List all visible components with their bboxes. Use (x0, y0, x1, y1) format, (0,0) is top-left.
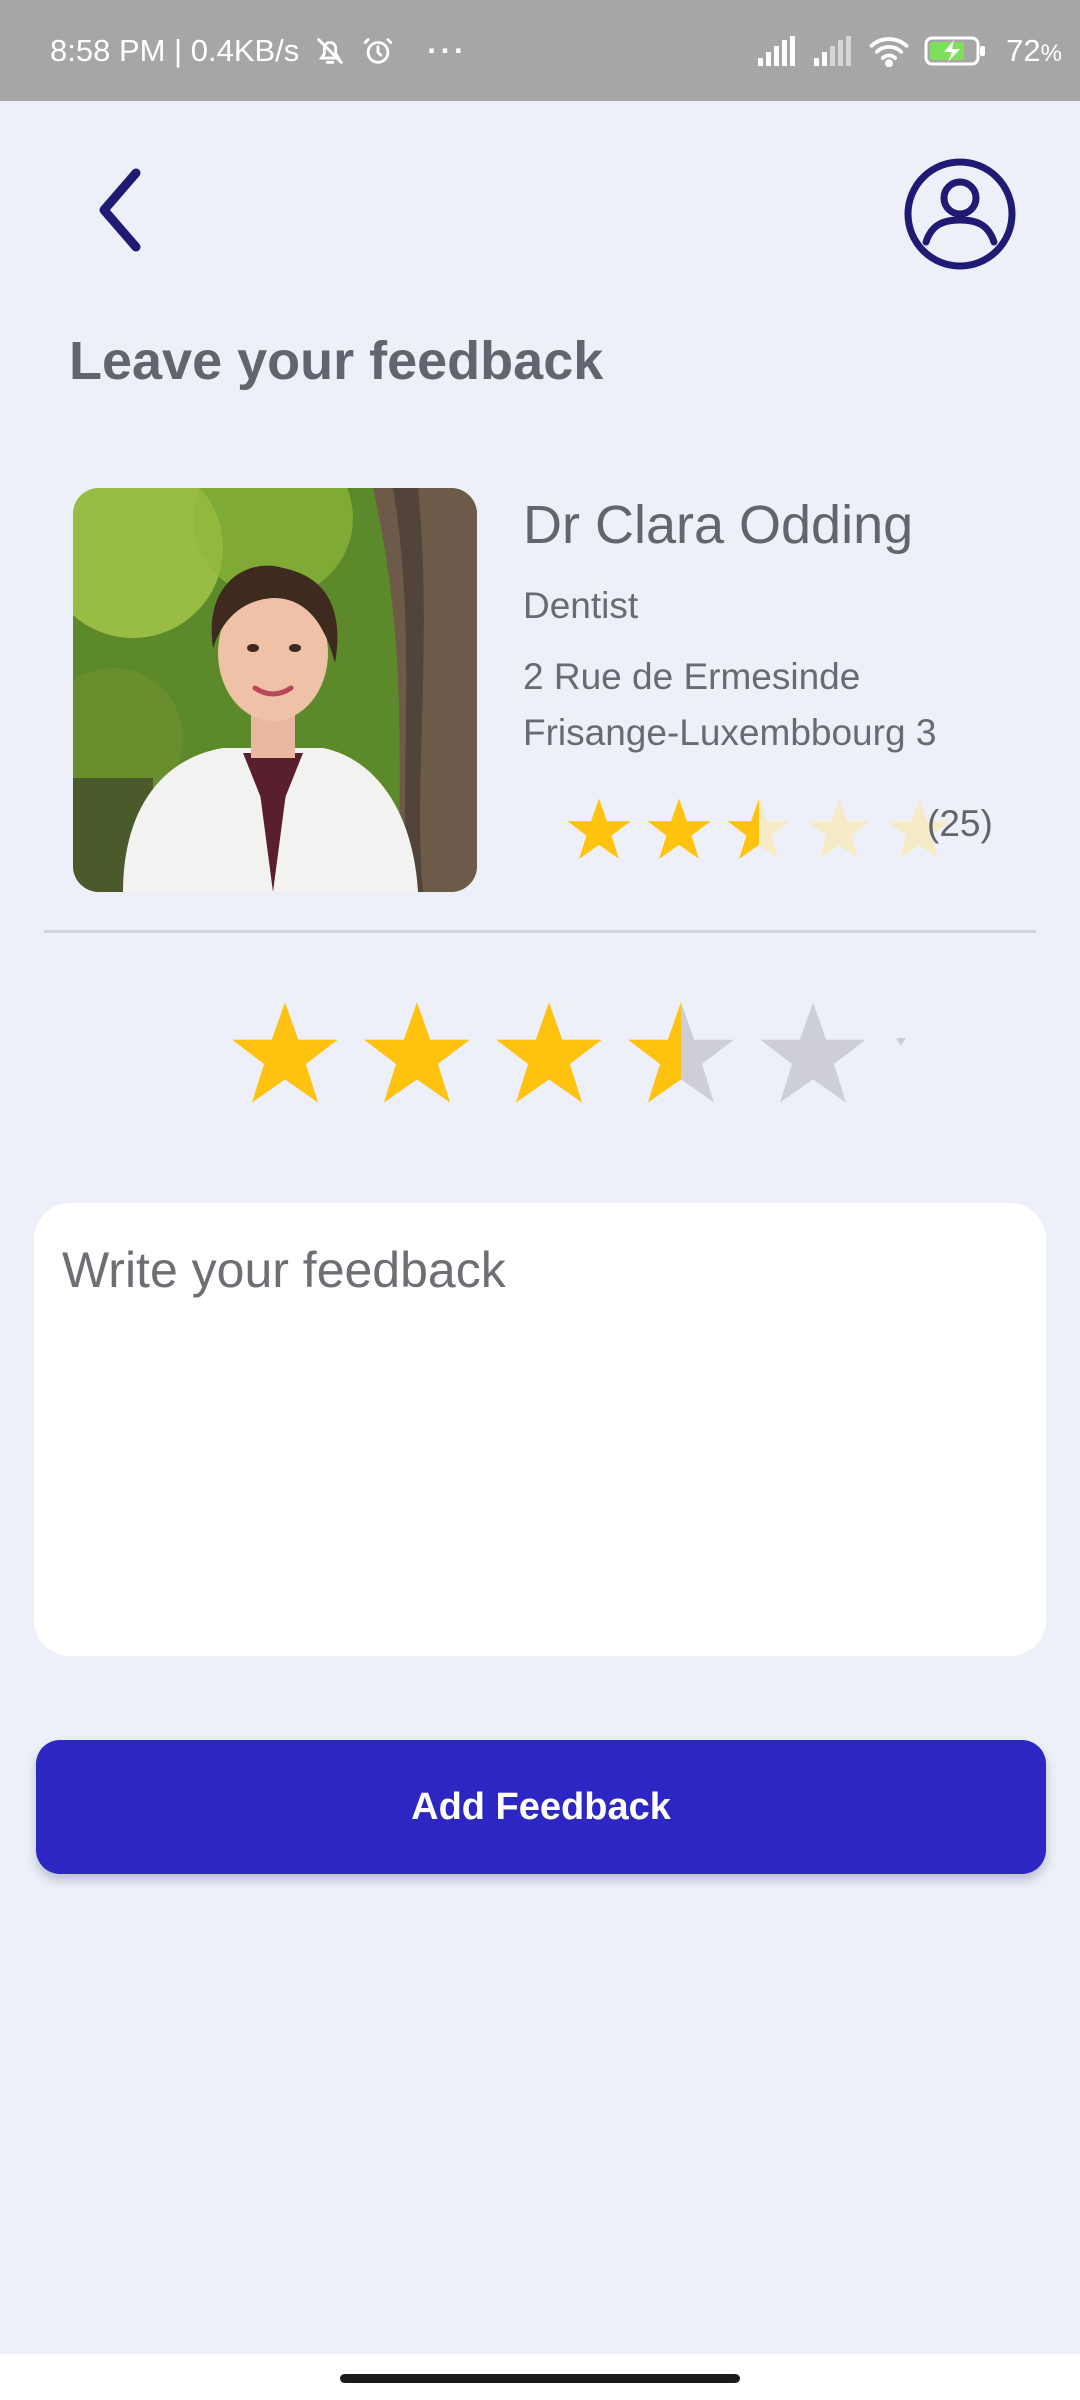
signal-icon (756, 35, 798, 66)
status-time: 8:58 PM | 0.4KB/s (50, 32, 300, 68)
doctor-rating-star-icon-3 (727, 798, 791, 859)
doctor-name: Dr Clara Odding (523, 495, 914, 555)
doctor-address-line1: 2 Rue de Ermesinde (523, 656, 861, 697)
user-rating-star-icon-3[interactable] (494, 998, 604, 1108)
user-rating-star-icon-2[interactable] (362, 998, 472, 1108)
profile-button[interactable] (902, 156, 1018, 272)
user-rating-star-icon-4[interactable] (626, 998, 736, 1108)
home-indicator[interactable] (340, 2374, 740, 2383)
user-rating-star-icon-5[interactable] (758, 998, 868, 1108)
chevron-left-icon (99, 168, 141, 252)
navigation-bar (0, 2354, 1080, 2400)
wifi-icon (868, 35, 910, 67)
doctor-rating-stars (566, 796, 952, 862)
user-circle-icon (904, 158, 1016, 270)
doctor-specialty: Dentist (523, 585, 639, 626)
star-fragment-icon (896, 1038, 906, 1046)
back-button[interactable] (80, 160, 160, 260)
doctor-rating-star-icon-4 (807, 798, 871, 859)
mute-bell-icon (313, 34, 347, 68)
add-feedback-button[interactable]: Add Feedback (36, 1740, 1046, 1874)
page-title: Leave your feedback (69, 331, 604, 391)
alarm-icon (361, 34, 395, 68)
divider (44, 930, 1036, 933)
doctor-rating-star-icon-2 (647, 798, 711, 859)
signal-weak-icon (812, 35, 854, 66)
user-rating-star-icon-1[interactable] (230, 998, 340, 1108)
battery-charging-icon (924, 35, 988, 67)
user-rating-stars[interactable] (230, 998, 868, 1108)
status-bar: 8:58 PM | 0.4KB/s ··· 72% (0, 0, 1080, 101)
battery-unit: % (1040, 39, 1062, 67)
doctor-photo (73, 488, 477, 892)
more-notifications-icon: ··· (427, 32, 468, 68)
doctor-address-line2: Frisange-Luxembbourg 3 (523, 712, 937, 753)
review-count: (25) (927, 803, 993, 844)
doctor-rating-star-icon-1 (567, 798, 631, 859)
feedback-input[interactable] (34, 1203, 1046, 1656)
battery-level: 72 (1006, 32, 1041, 68)
